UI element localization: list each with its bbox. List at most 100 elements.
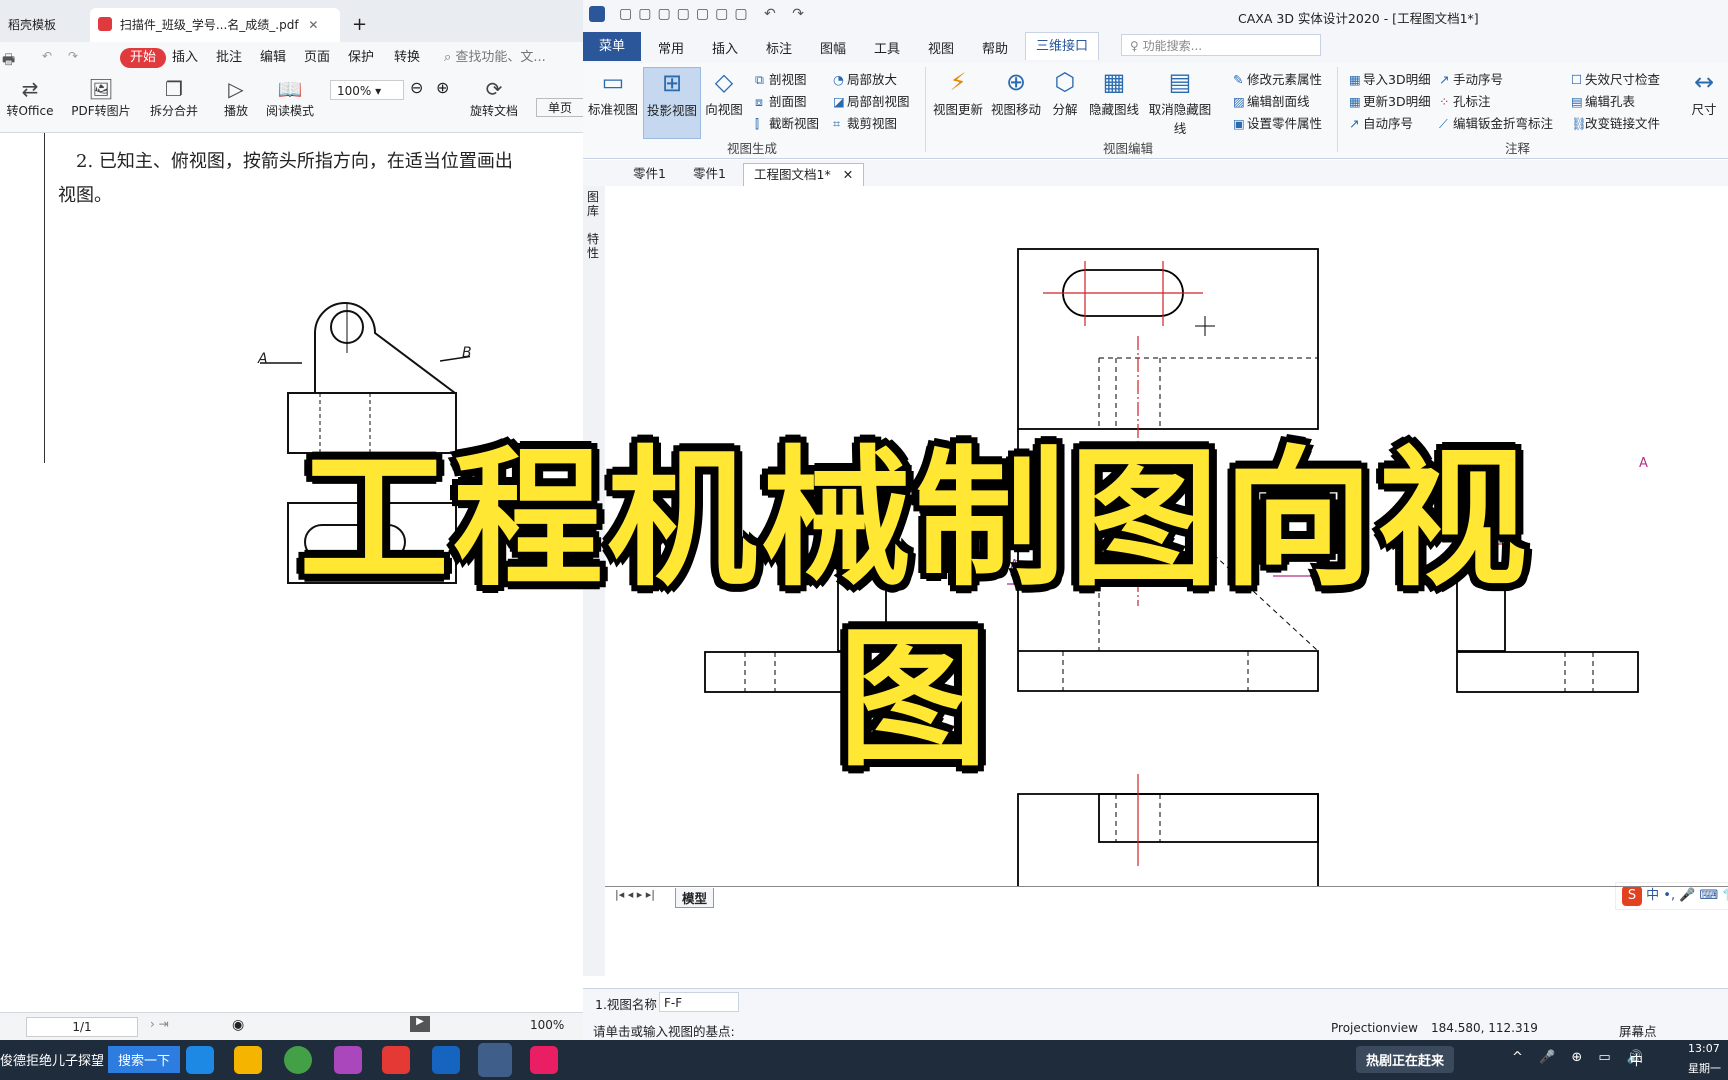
direction-view-button[interactable]: ◇ 向视图 xyxy=(703,67,745,118)
close-icon[interactable]: ✕ xyxy=(308,18,318,32)
menu-edit[interactable]: 编辑 xyxy=(260,48,286,68)
invalid-dim-check-button[interactable]: ☐ 失效尺寸检查 xyxy=(1571,69,1660,88)
menu-3d-interface[interactable]: 三维接口 xyxy=(1025,32,1100,60)
caxa-ribbon: ▭ 标准视图 ⊞ 投影视图 ◇ 向视图 ⧉ 剖视图 ⧈ 剖面图 ⫿ 截断视图 ◔ 局部放大 ◪… xyxy=(583,63,1728,159)
play-button[interactable]: ▷ 播放 xyxy=(218,76,254,119)
zoom-in-icon[interactable]: ⊕ xyxy=(436,78,449,97)
edit-hatch-button[interactable]: ▨ 编辑剖面线 xyxy=(1233,91,1310,110)
menu-help[interactable]: 帮助 xyxy=(982,38,1008,57)
edit-hole-table-button[interactable]: ▤ 编辑孔表 xyxy=(1571,91,1635,110)
hide-lines-button[interactable]: ▦ 隐藏图线 xyxy=(1087,67,1141,118)
pdf-to-image-button[interactable]: 🖼 PDF转图片 xyxy=(68,76,134,119)
wps-search-box[interactable]: ⌕ 查找功能、文... xyxy=(444,48,546,68)
view-name-input[interactable]: F-F xyxy=(659,992,739,1012)
menu-common[interactable]: 常用 xyxy=(658,38,684,57)
status-zoom[interactable]: 100% xyxy=(530,1018,564,1032)
new-tab-button[interactable]: + xyxy=(344,8,374,42)
unhide-lines-button[interactable]: ▤ 取消隐藏图线 xyxy=(1145,67,1215,137)
sheetmetal-bend-button[interactable]: ⟋ 编辑钣金折弯标注 xyxy=(1439,113,1553,132)
standard-view-button[interactable]: ▭ 标准视图 xyxy=(587,67,639,118)
explode-button[interactable]: ⬡ 分解 xyxy=(1049,67,1081,118)
folder-icon[interactable] xyxy=(234,1046,262,1074)
section-view-button[interactable]: ⧉ 剖视图 xyxy=(755,69,807,88)
media-icon[interactable] xyxy=(530,1046,558,1074)
doc-tab-part1b[interactable]: 零件1 xyxy=(683,163,736,185)
menu-convert[interactable]: 转换 xyxy=(394,48,420,68)
hole-callout-button[interactable]: ⁘ 孔标注 xyxy=(1439,91,1491,110)
doc-tab-drawing[interactable]: 工程图文档1* ✕ xyxy=(743,163,865,186)
view-move-button[interactable]: ⊕ 视图移动 xyxy=(989,67,1043,118)
partial-section-button[interactable]: ◪ 局部剖视图 xyxy=(833,91,910,110)
update-3d-bom-button[interactable]: ▦ 更新3D明细 xyxy=(1349,91,1431,110)
play-icon[interactable]: ▶ xyxy=(410,1016,430,1032)
menu-sheet[interactable]: 图幅 xyxy=(820,38,846,57)
auto-balloon-button[interactable]: ↗ 自动序号 xyxy=(1349,113,1413,132)
single-page-button[interactable]: 单页 xyxy=(536,98,583,117)
side-tab-properties[interactable]: 特性 xyxy=(587,232,601,260)
paint-icon[interactable] xyxy=(334,1046,362,1074)
menu-dimension[interactable]: 标注 xyxy=(766,38,792,57)
doc-tab-part1[interactable]: 零件1 xyxy=(623,163,676,185)
ribbon-separator xyxy=(925,67,926,152)
crop-view-button[interactable]: ⌗ 裁剪视图 xyxy=(833,113,897,132)
quick-access-icons[interactable]: ▢▢▢▢▢▢▢ ↶ ↷ xyxy=(619,6,810,22)
modify-element-button[interactable]: ✎ 修改元素属性 xyxy=(1233,69,1322,88)
dimension-button[interactable]: ↔ 尺寸 xyxy=(1685,67,1723,118)
menu-view[interactable]: 视图 xyxy=(928,38,954,57)
read-mode-button[interactable]: 📖 阅读模式 xyxy=(262,76,318,119)
sheet-nav-icons[interactable]: |◂ ◂ ▸ ▸| xyxy=(615,888,655,901)
to-office-button[interactable]: ⇄ 转Office xyxy=(0,76,60,119)
zoom-out-icon[interactable]: ⊖ xyxy=(410,78,423,97)
edge-icon[interactable] xyxy=(186,1046,214,1074)
part-props-button[interactable]: ▣ 设置零件属性 xyxy=(1233,113,1322,132)
cross-section-button[interactable]: ⧈ 剖面图 xyxy=(755,91,807,110)
tab-template[interactable]: 稻壳模板 xyxy=(0,8,88,42)
change-link-button[interactable]: ⛓改变链接文件 xyxy=(1571,113,1660,132)
print-icon[interactable]: 🖶 xyxy=(2,49,15,73)
close-icon[interactable]: ✕ xyxy=(843,167,853,182)
browser-icon[interactable] xyxy=(284,1046,312,1074)
detail-view-button[interactable]: ◔ 局部放大 xyxy=(833,69,897,88)
next-page-icon[interactable]: › ⇥ xyxy=(150,1017,169,1031)
redo-icon[interactable]: ↷ xyxy=(68,49,78,63)
balloon-icon: ↗ xyxy=(1349,116,1360,131)
menu-main[interactable]: 菜单 xyxy=(583,32,641,61)
split-merge-button[interactable]: ❐ 拆分合并 xyxy=(142,76,206,119)
menu-tools[interactable]: 工具 xyxy=(874,38,900,57)
page-margin-line xyxy=(44,133,45,463)
news-ticker[interactable]: 俊德拒绝儿子探望 xyxy=(0,1050,104,1069)
wps-icon[interactable] xyxy=(382,1046,410,1074)
manual-balloon-button[interactable]: ↗ 手动序号 xyxy=(1439,69,1503,88)
menu-comment[interactable]: 批注 xyxy=(216,48,242,68)
ribbon-separator xyxy=(1337,67,1338,152)
page-indicator[interactable]: 1/1 xyxy=(26,1017,138,1037)
feature-search-input[interactable]: ♀ 功能搜索... xyxy=(1121,34,1321,56)
menu-page[interactable]: 页面 xyxy=(304,48,330,68)
zoom-select[interactable]: 100% ▾ xyxy=(330,80,404,100)
balloon-icon: ↗ xyxy=(1439,72,1450,87)
eye-icon[interactable]: ◉ xyxy=(232,1017,244,1033)
caxa-taskbar-icon[interactable] xyxy=(478,1043,512,1077)
tray-ime[interactable]: 中 xyxy=(1630,1050,1643,1069)
tray-icons[interactable]: ^ 🎤 ⊕ ▭ 🔊 xyxy=(1512,1050,1649,1065)
menu-insert[interactable]: 插入 xyxy=(172,48,198,68)
pdf-to-image-label: PDF转图片 xyxy=(71,104,131,118)
screen-recorder-icon[interactable] xyxy=(432,1046,460,1074)
partial-section-icon: ◪ xyxy=(833,94,845,109)
model-tab[interactable]: 模型 xyxy=(675,888,715,908)
side-tab-library[interactable]: 图库 xyxy=(587,190,601,218)
hot-drama-banner[interactable]: 热剧正在赶来 xyxy=(1356,1046,1455,1073)
undo-icon[interactable]: ↶ xyxy=(42,49,52,63)
menu-insert[interactable]: 插入 xyxy=(712,38,738,57)
menu-start[interactable]: 开始 xyxy=(120,48,167,68)
view-update-button[interactable]: ⚡ 视图更新 xyxy=(931,67,985,118)
tab-pdf[interactable]: 扫描件_班级_学号...名_成绩_.pdf ✕ xyxy=(90,8,340,42)
search-button[interactable]: 搜索一下 xyxy=(108,1046,181,1073)
menu-protect[interactable]: 保护 xyxy=(348,48,374,68)
clock-time[interactable]: 13:07 xyxy=(1688,1042,1720,1055)
rotate-doc-button[interactable]: ⟳ 旋转文档 xyxy=(466,76,522,119)
import-3d-bom-button[interactable]: ▦ 导入3D明细 xyxy=(1349,69,1431,88)
projection-view-button[interactable]: ⊞ 投影视图 xyxy=(643,67,701,139)
status-snap[interactable]: 屏幕点 xyxy=(1619,1021,1657,1040)
broken-view-button[interactable]: ⫿ 截断视图 xyxy=(755,113,819,132)
